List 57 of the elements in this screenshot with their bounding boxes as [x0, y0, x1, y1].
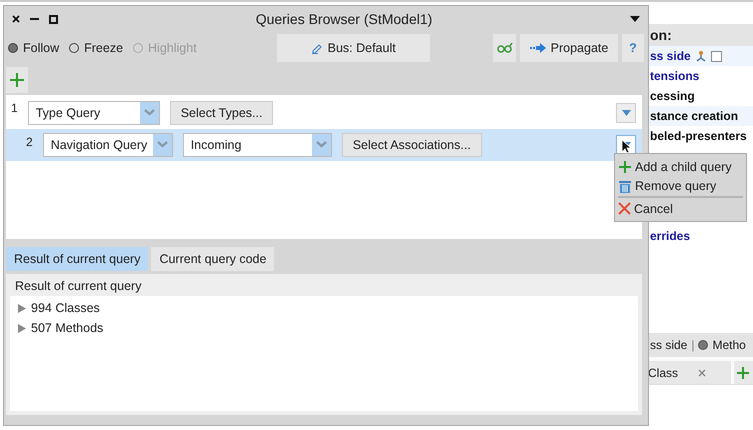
add-tab-button[interactable]	[734, 361, 753, 384]
mouse-cursor-icon	[621, 139, 631, 154]
query-type-dropdown[interactable]: Navigation Query	[42, 133, 173, 157]
result-tab[interactable]: Current query code	[151, 247, 274, 271]
direction-dropdown[interactable]: Incoming	[182, 133, 332, 157]
select-button[interactable]: Select Types...	[170, 101, 274, 125]
propagate-button[interactable]: Propagate	[520, 34, 618, 62]
down-arrow-icon	[622, 110, 630, 116]
collapsed-triangle-icon[interactable]	[17, 304, 26, 312]
separator: |	[691, 338, 694, 352]
protocol-item[interactable]: stance creation	[648, 106, 753, 126]
plus-icon	[10, 73, 24, 87]
menu-item[interactable]: Cancel	[618, 199, 743, 218]
pencil-icon	[310, 42, 323, 54]
chevron-icon	[144, 109, 155, 117]
query-number: 2	[26, 135, 33, 149]
select-button[interactable]: Select Associations...	[342, 133, 482, 157]
window-title: Queries Browser (StModel1)	[254, 11, 434, 27]
tree-item[interactable]: 994 Classes	[10, 298, 638, 318]
chevron-icon	[316, 141, 327, 149]
radio-label[interactable]: Metho	[712, 338, 746, 352]
chevron-icon	[156, 141, 168, 149]
glasses-icon	[496, 43, 512, 53]
plus-icon	[618, 160, 632, 174]
minimize-icon[interactable]	[30, 15, 39, 23]
maximize-icon[interactable]	[49, 14, 58, 24]
add-query-button[interactable]	[6, 67, 28, 93]
mode-radio[interactable]: Follow	[8, 41, 60, 55]
mode-radio[interactable]: Freeze	[69, 41, 124, 55]
section-title: on:	[648, 24, 753, 46]
protocol-label[interactable]: errides	[650, 226, 690, 246]
glasses-button[interactable]	[493, 34, 516, 62]
tree-item[interactable]: 507 Methods	[10, 318, 638, 338]
query-row[interactable]: 2 Navigation Query Incoming Select Associations...	[6, 129, 642, 161]
result-tab[interactable]: Result of current query	[6, 247, 148, 271]
arrow-icon	[530, 43, 546, 53]
protocol-label[interactable]: cessing	[650, 86, 695, 106]
collapsed-triangle-icon[interactable]	[17, 324, 26, 332]
close-icon	[618, 202, 631, 215]
protocol-item[interactable]: ss side	[648, 46, 753, 66]
close-icon[interactable]	[12, 15, 20, 23]
query-type-dropdown[interactable]: Type Query	[28, 101, 160, 125]
hierarchy-icon	[694, 50, 707, 62]
query-number: 1	[11, 101, 18, 115]
window-menu-icon[interactable]	[630, 16, 640, 22]
class-tab[interactable]: Class	[648, 361, 731, 384]
trash-icon	[618, 178, 632, 192]
protocol-label[interactable]: stance creation	[650, 106, 738, 126]
side-label: ss side	[650, 338, 688, 352]
radio-button[interactable]	[698, 340, 708, 350]
checkbox[interactable]	[710, 50, 722, 62]
plus-icon	[737, 366, 750, 378]
result-header: Result of current query	[14, 278, 142, 295]
protocol-label[interactable]: ss side	[650, 46, 691, 66]
menu-item[interactable]: Remove query	[618, 176, 743, 195]
protocol-label[interactable]: tensions	[650, 66, 700, 86]
bus-button[interactable]: Bus: Default	[276, 34, 430, 62]
